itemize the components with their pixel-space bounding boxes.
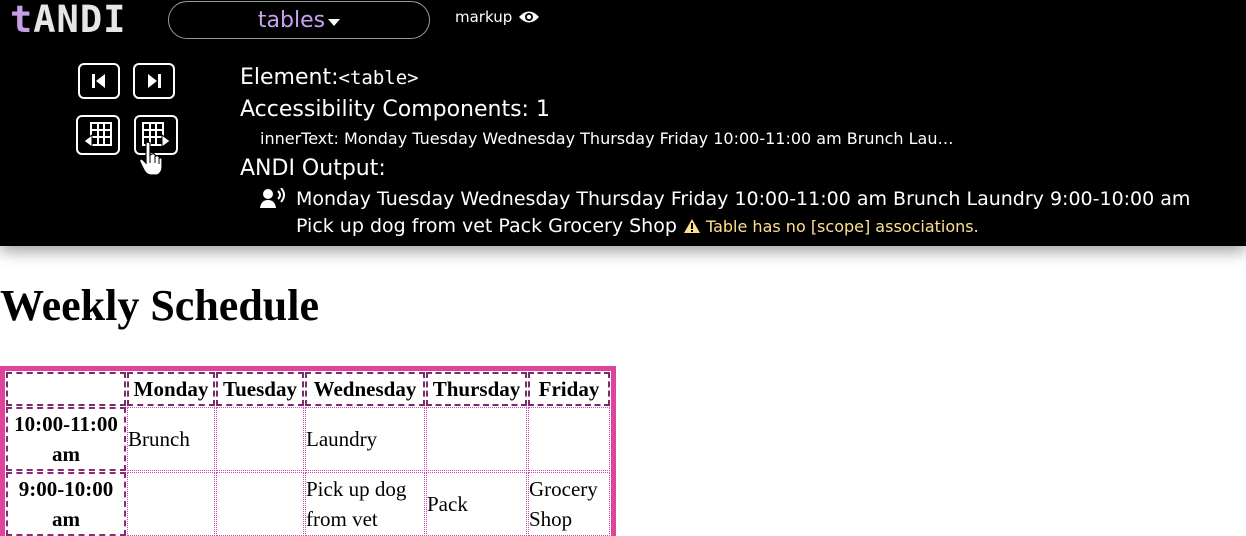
andi-output-heading: ANDI Output:: [240, 156, 386, 181]
table-cell: Grocery Shop: [528, 472, 610, 536]
element-label: Element:: [240, 65, 339, 90]
page-title: Weekly Schedule: [0, 281, 320, 330]
inner-text-component: innerText: Monday Tuesday Wednesday Thur…: [260, 126, 1230, 152]
element-info-panel: Element:<table> Accessibility Components…: [240, 62, 1230, 186]
andi-logo[interactable]: tANDI: [10, 0, 126, 42]
andi-bar: tANDI tables markup Element:<table> Acce…: [0, 0, 1246, 246]
table-cell: [216, 472, 304, 536]
next-element-icon: [148, 74, 161, 88]
chevron-down-icon: [328, 18, 341, 26]
previous-table-button[interactable]: [76, 115, 120, 155]
table-cell: [216, 407, 304, 471]
scope-alert[interactable]: Table has no [scope] associations.: [683, 217, 979, 236]
eye-icon: [519, 11, 540, 23]
table-header-cell: Tuesday: [216, 372, 304, 406]
table-header-cell: Thursday: [426, 372, 527, 406]
module-select[interactable]: tables: [168, 1, 430, 39]
element-tag: <table>: [338, 67, 419, 89]
accessibility-components-heading: Accessibility Components: 1: [240, 97, 550, 122]
table-cell: Brunch: [127, 407, 215, 471]
element-line: Element:<table>: [240, 62, 1230, 94]
warning-icon: [683, 219, 700, 233]
table-cell: [426, 407, 527, 471]
schedule-table-highlight: Monday Tuesday Wednesday Thursday Friday…: [0, 366, 616, 536]
table-cell: [528, 407, 610, 471]
schedule-table[interactable]: Monday Tuesday Wednesday Thursday Friday…: [5, 371, 611, 536]
table-cell: [127, 472, 215, 536]
table-header-cell: Friday: [528, 372, 610, 406]
table-row: 10:00-11:00 am Brunch Laundry: [6, 407, 610, 471]
logo-prefix: t: [10, 0, 34, 41]
table-header-row: Monday Tuesday Wednesday Thursday Friday: [6, 372, 610, 406]
table-row: 9:00-10:00 am Pick up dog from vet Pack …: [6, 472, 610, 536]
inner-text-label: innerText:: [260, 129, 339, 148]
table-cell: Pack: [426, 472, 527, 536]
table-row-header: 10:00-11:00 am: [6, 407, 126, 471]
previous-table-icon: [83, 122, 112, 148]
table-header-cell: [6, 372, 126, 406]
previous-element-button[interactable]: [78, 63, 120, 99]
logo-name: ANDI: [33, 0, 127, 41]
next-element-button[interactable]: [133, 63, 175, 99]
speaker-icon: [260, 188, 285, 208]
table-cell: Laundry: [305, 407, 425, 471]
hand-pointer-icon: [139, 141, 163, 176]
inner-text-value: Monday Tuesday Wednesday Thursday Friday…: [344, 129, 954, 148]
previous-element-icon: [92, 74, 105, 88]
table-header-cell: Wednesday: [305, 372, 425, 406]
table-row-header: 9:00-10:00 am: [6, 472, 126, 536]
markup-label: markup: [455, 8, 513, 26]
table-cell: Pick up dog from vet: [305, 472, 425, 536]
scope-alert-text: Table has no [scope] associations.: [705, 217, 979, 236]
markup-toggle[interactable]: markup: [455, 8, 540, 26]
table-header-cell: Monday: [127, 372, 215, 406]
module-select-label: tables: [257, 7, 326, 33]
andi-output: Monday Tuesday Wednesday Thursday Friday…: [260, 186, 1230, 240]
